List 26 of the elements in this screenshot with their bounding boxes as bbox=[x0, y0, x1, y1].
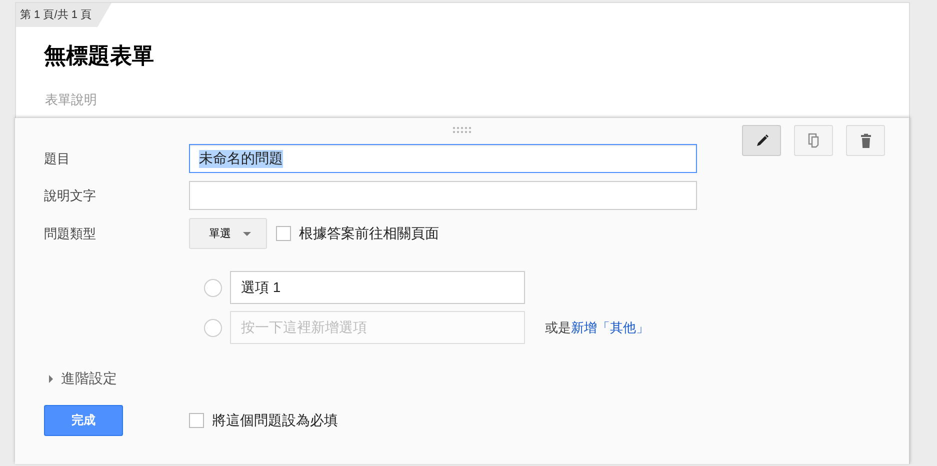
description-field[interactable] bbox=[189, 181, 697, 210]
question-type-dropdown[interactable]: 單選 bbox=[189, 218, 267, 249]
copy-icon bbox=[806, 132, 822, 148]
add-other-link[interactable]: 新增「其他」 bbox=[571, 318, 649, 336]
delete-button[interactable] bbox=[846, 125, 885, 156]
duplicate-button[interactable] bbox=[794, 125, 833, 156]
page-indicator: 第 1 頁/共 1 頁 bbox=[16, 3, 112, 27]
drag-handle-icon[interactable] bbox=[453, 127, 473, 133]
checkbox-label: 根據答案前往相關頁面 bbox=[299, 224, 439, 242]
field-label: 說明文字 bbox=[44, 186, 97, 204]
caret-icon bbox=[243, 232, 251, 236]
form-title: 無標題表單 bbox=[44, 42, 155, 70]
field-label: 題目 bbox=[44, 150, 71, 168]
checkbox[interactable] bbox=[189, 413, 204, 428]
checkbox-label: 將這個問題設為必填 bbox=[212, 412, 338, 430]
checkbox[interactable] bbox=[276, 226, 291, 241]
advanced-settings-toggle[interactable]: 進階設定 bbox=[44, 370, 909, 388]
title-field[interactable]: 未命名的問題 bbox=[189, 144, 697, 173]
form-description: 表單說明 bbox=[45, 91, 98, 109]
option-field[interactable]: 選項 1 bbox=[230, 271, 525, 304]
other-prefix: 或是 bbox=[545, 318, 571, 336]
edit-button[interactable] bbox=[742, 125, 781, 156]
disclosure-triangle-icon bbox=[49, 375, 53, 383]
radio-button[interactable] bbox=[204, 318, 222, 336]
radio-button[interactable] bbox=[204, 278, 222, 296]
field-label: 問題類型 bbox=[44, 224, 97, 242]
